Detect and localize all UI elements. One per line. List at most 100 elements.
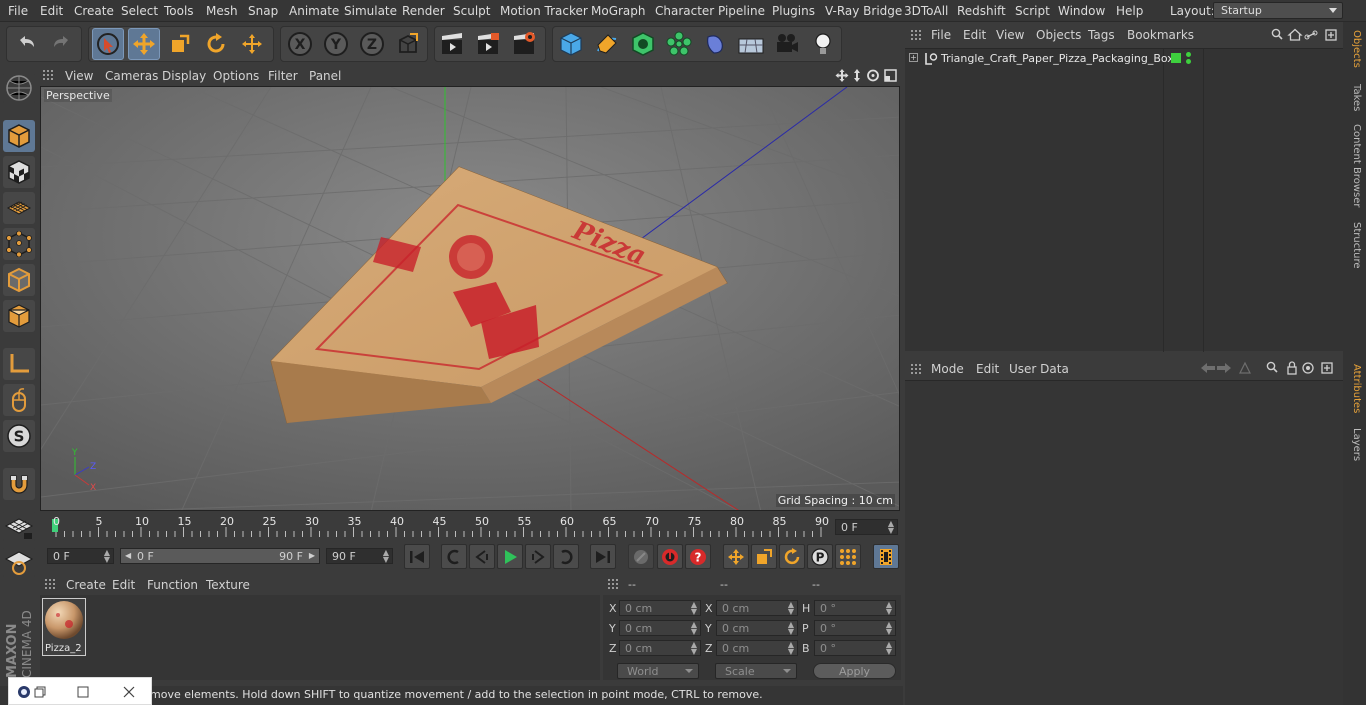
timeline[interactable]: 0 5 10 15 20 25 30 35 40 45 50 55 60 65 70 75 80 85 90 0 F… xyxy=(40,512,902,542)
make-editable-button[interactable] xyxy=(3,72,35,104)
snap-button[interactable] xyxy=(3,468,35,500)
side-tab-structure[interactable]: Structure xyxy=(1346,222,1362,269)
menu-pipeline[interactable]: Pipeline xyxy=(718,4,765,18)
viewport-menu-filter[interactable]: Filter xyxy=(268,69,298,83)
x-axis-button[interactable]: X xyxy=(284,28,316,60)
close-icon[interactable] xyxy=(123,686,135,698)
cube-object-button[interactable] xyxy=(555,28,587,60)
menu-simulate[interactable]: Simulate xyxy=(344,4,397,18)
rotate-tool-button[interactable] xyxy=(200,28,232,60)
polygons-mode-button[interactable] xyxy=(3,300,35,332)
object-row[interactable]: + Triangle_Craft_Paper_Pizza_Packaging_B… xyxy=(905,52,1343,70)
previous-frame-button[interactable] xyxy=(469,544,495,569)
key-scale-button[interactable] xyxy=(751,544,777,569)
menu-snap[interactable]: Snap xyxy=(248,4,278,18)
deformer-button[interactable] xyxy=(699,28,731,60)
transform-tool-button[interactable] xyxy=(236,28,268,60)
y-axis-button[interactable]: Y xyxy=(320,28,352,60)
menu-help[interactable]: Help xyxy=(1116,4,1143,18)
menu-character[interactable]: Character xyxy=(655,4,714,18)
render-visibility-dot[interactable] xyxy=(1186,59,1191,64)
apply-button[interactable]: Apply xyxy=(813,663,896,679)
tweak-mode-button[interactable] xyxy=(3,384,35,416)
menu-edit[interactable]: Edit xyxy=(40,4,63,18)
viewport-menu-display[interactable]: Display xyxy=(162,69,206,83)
z-axis-button[interactable]: Z xyxy=(356,28,388,60)
menu-window[interactable]: Window xyxy=(1058,4,1105,18)
preview-range-slider[interactable]: ◀ 0 F 90 F ▶ xyxy=(120,548,320,564)
render-view-button[interactable] xyxy=(436,28,468,60)
size-y-field[interactable]: 0 cm ▲ ▼ xyxy=(716,620,798,636)
render-settings-button[interactable] xyxy=(508,28,540,60)
material-menu-create[interactable]: Create xyxy=(66,578,106,592)
live-selection-button[interactable] xyxy=(92,28,124,60)
menu-sculpt[interactable]: Sculpt xyxy=(453,4,490,18)
model-mode-button[interactable] xyxy=(3,120,35,152)
solo-button[interactable]: S xyxy=(3,420,35,452)
axis-workplane-button[interactable] xyxy=(3,546,35,578)
axis-mode-button[interactable] xyxy=(3,348,35,380)
undo-button[interactable] xyxy=(10,28,42,60)
workplane-lock-button[interactable] xyxy=(3,510,35,542)
move-tool-button[interactable] xyxy=(128,28,160,60)
coordinate-system-button[interactable] xyxy=(392,28,424,60)
object-menu-bookmarks[interactable]: Bookmarks xyxy=(1127,28,1194,42)
subdivision-surface-button[interactable] xyxy=(627,28,659,60)
edges-mode-button[interactable] xyxy=(3,264,35,296)
viewport-menu-view[interactable]: View xyxy=(65,69,93,83)
object-menu-tags[interactable]: Tags xyxy=(1088,28,1115,42)
menu-3dtoall[interactable]: 3DToAll xyxy=(904,4,948,18)
size-x-field[interactable]: 0 cm ▲ ▼ xyxy=(716,600,798,616)
layer-color-swatch[interactable] xyxy=(1171,53,1181,63)
material-menu-edit[interactable]: Edit xyxy=(112,578,135,592)
object-menu-view[interactable]: View xyxy=(996,28,1024,42)
maximize-window-icon[interactable] xyxy=(77,686,89,698)
autokey-button[interactable] xyxy=(657,544,683,569)
expand-plus-icon[interactable]: + xyxy=(909,53,918,62)
menu-select[interactable]: Select xyxy=(121,4,158,18)
redo-button[interactable] xyxy=(46,28,78,60)
object-menu-objects[interactable]: Objects xyxy=(1036,28,1081,42)
menu-render[interactable]: Render xyxy=(402,4,445,18)
menu-plugins[interactable]: Plugins xyxy=(772,4,815,18)
object-menu-edit[interactable]: Edit xyxy=(963,28,986,42)
viewport-menu-panel[interactable]: Panel xyxy=(309,69,341,83)
rotation-p-field[interactable]: 0 ° ▲ ▼ xyxy=(814,620,896,636)
perspective-viewport[interactable]: Pizza Y Z X Perspective Grid Spacing : 1… xyxy=(40,86,900,511)
position-y-field[interactable]: 0 cm ▲ ▼ xyxy=(619,620,701,636)
side-tab-attributes[interactable]: Attributes xyxy=(1346,364,1362,413)
side-tab-takes[interactable]: Takes xyxy=(1346,84,1362,111)
side-tab-content-browser[interactable]: Content Browser xyxy=(1346,124,1362,207)
current-frame-field[interactable]: 0 F ▲ ▼ xyxy=(835,519,898,535)
pen-spline-button[interactable] xyxy=(591,28,623,60)
menu-script[interactable]: Script xyxy=(1015,4,1050,18)
key-parameter-button[interactable]: P xyxy=(807,544,833,569)
menu-create[interactable]: Create xyxy=(74,4,114,18)
menu-file[interactable]: File xyxy=(8,4,28,18)
layout-select[interactable]: Startup xyxy=(1213,2,1343,19)
rotation-h-field[interactable]: 0 ° ▲ ▼ xyxy=(814,600,896,616)
next-key-button[interactable] xyxy=(553,544,579,569)
next-frame-button[interactable] xyxy=(525,544,551,569)
menu-redshift[interactable]: Redshift xyxy=(957,4,1006,18)
attributes-menu-user-data[interactable]: User Data xyxy=(1009,362,1069,376)
texture-mode-button[interactable] xyxy=(3,156,35,188)
coordinate-mode-select[interactable]: World xyxy=(617,663,699,679)
render-picture-viewer-button[interactable] xyxy=(472,28,504,60)
object-list[interactable]: + Triangle_Craft_Paper_Pizza_Packaging_B… xyxy=(905,48,1343,352)
start-frame-field[interactable]: 0 F ▲ ▼ xyxy=(47,548,114,564)
menu-vray-bridge[interactable]: V-Ray Bridge xyxy=(825,4,902,18)
size-z-field[interactable]: 0 cm ▲ ▼ xyxy=(716,640,798,656)
viewport-menu-options[interactable]: Options xyxy=(213,69,259,83)
menu-motion-tracker[interactable]: Motion Tracker xyxy=(500,4,588,18)
end-frame-field[interactable]: 90 F ▲ ▼ xyxy=(326,548,393,564)
floor-scene-button[interactable] xyxy=(735,28,767,60)
side-tab-objects[interactable]: Objects xyxy=(1346,30,1362,68)
side-tab-layers[interactable]: Layers xyxy=(1346,428,1362,461)
camera-button[interactable] xyxy=(771,28,803,60)
menu-tools[interactable]: Tools xyxy=(164,4,194,18)
light-button[interactable] xyxy=(807,28,839,60)
timeline-ruler[interactable]: 0 5 10 15 20 25 30 35 40 45 50 55 60 65 70 75 80 85 90 xyxy=(50,515,830,537)
size-mode-select[interactable]: Scale xyxy=(715,663,797,679)
menu-mograph[interactable]: MoGraph xyxy=(591,4,646,18)
